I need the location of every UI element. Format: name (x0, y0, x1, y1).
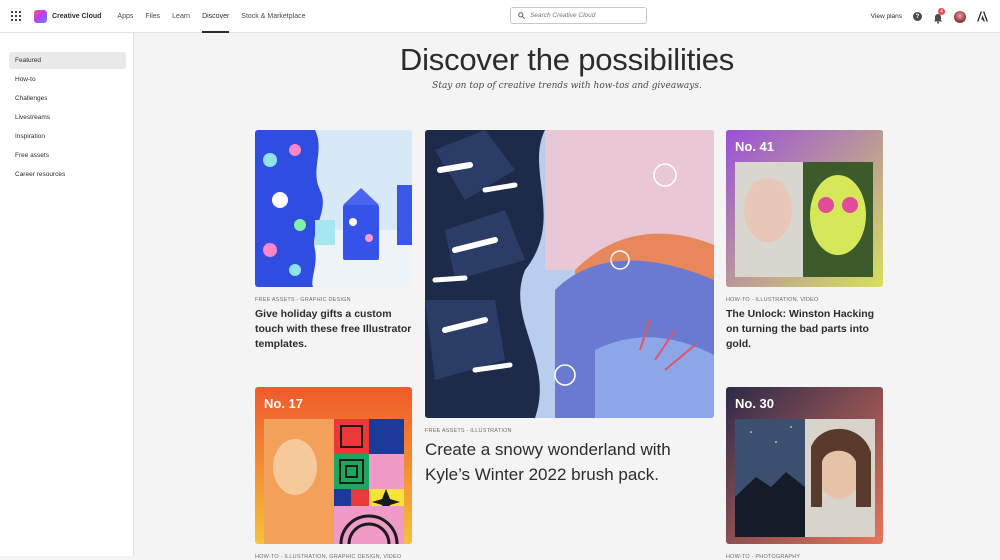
avatar[interactable] (954, 10, 966, 23)
top-right-actions: View plans ? 4 (871, 0, 988, 33)
article-card[interactable]: No. 30 HOW-TO - PHOTOGRAPHY (726, 387, 883, 560)
card-image-holiday-gifts[interactable] (255, 130, 412, 287)
search-icon (518, 12, 525, 19)
notifications-button[interactable]: 4 (933, 8, 945, 24)
card-title[interactable]: Create a snowy wonderland with Kyle’s Wi… (425, 437, 714, 487)
card-meta: FREE ASSETS - GRAPHIC DESIGN (255, 297, 351, 303)
card-image-snowy-wonderland[interactable] (425, 130, 714, 418)
card-meta: HOW-TO - ILLUSTRATION, GRAPHIC DESIGN, V… (255, 554, 402, 560)
card-title[interactable]: Give holiday gifts a custom touch with t… (255, 307, 412, 352)
card-meta: HOW-TO - ILLUSTRATION, VIDEO (726, 297, 819, 303)
article-card[interactable]: No. 17 HOW-TO - ILLUSTRATION, GRAPHIC DE… (255, 387, 412, 560)
card-meta: HOW-TO - PHOTOGRAPHY (726, 554, 801, 560)
nav-learn[interactable]: Learn (166, 0, 196, 33)
sidebar-item-how-to[interactable]: How-to (9, 71, 126, 88)
card-image-winston-hacking[interactable]: No. 41 (726, 130, 883, 287)
issue-number-badge: No. 41 (735, 139, 775, 154)
nav-apps[interactable]: Apps (111, 0, 139, 33)
sidebar: Featured How-to Challenges Livestreams I… (0, 33, 134, 556)
card-title[interactable]: The Unlock: Winston Hacking on turning t… (726, 307, 883, 352)
nav-stock-marketplace[interactable]: Stock & Marketplace (235, 0, 311, 33)
notification-badge: 4 (938, 8, 945, 15)
app-switcher-icon[interactable] (11, 11, 21, 21)
search-box[interactable] (510, 7, 647, 24)
adobe-logo-icon[interactable] (977, 11, 988, 22)
issue-number-badge: No. 17 (264, 396, 304, 411)
help-icon[interactable]: ? (913, 12, 922, 21)
card-image-geometric-portrait[interactable]: No. 17 (255, 387, 412, 544)
page-subtitle: Stay on top of creative trends with how-… (432, 81, 702, 91)
sidebar-item-livestreams[interactable]: Livestreams (9, 109, 126, 126)
nav-files[interactable]: Files (139, 0, 166, 33)
featured-article-card[interactable]: FREE ASSETS - ILLUSTRATION Create a snow… (425, 130, 714, 487)
card-image-night-sky-portrait[interactable]: No. 30 (726, 387, 883, 544)
article-card[interactable]: No. 41 HOW-TO - ILLUSTRATION, VIDEO The … (726, 130, 883, 352)
main-nav: Apps Files Learn Discover Stock & Market… (111, 0, 311, 33)
nav-discover[interactable]: Discover (196, 0, 235, 33)
sidebar-item-inspiration[interactable]: Inspiration (9, 128, 126, 145)
issue-number-badge: No. 30 (735, 396, 775, 411)
top-bar: Creative Cloud Apps Files Learn Discover… (0, 0, 1000, 33)
creative-cloud-logo[interactable] (34, 9, 47, 23)
card-meta: FREE ASSETS - ILLUSTRATION (425, 428, 512, 434)
view-plans-link[interactable]: View plans (871, 13, 902, 20)
article-card[interactable]: FREE ASSETS - GRAPHIC DESIGN Give holida… (255, 130, 412, 352)
search-input[interactable] (530, 12, 630, 19)
sidebar-item-career-resources[interactable]: Career resources (9, 166, 126, 183)
sidebar-item-featured[interactable]: Featured (9, 52, 126, 69)
brand-name[interactable]: Creative Cloud (52, 13, 101, 20)
sidebar-item-challenges[interactable]: Challenges (9, 90, 126, 107)
page-title: Discover the possibilities (399, 42, 735, 77)
sidebar-item-free-assets[interactable]: Free assets (9, 147, 126, 164)
